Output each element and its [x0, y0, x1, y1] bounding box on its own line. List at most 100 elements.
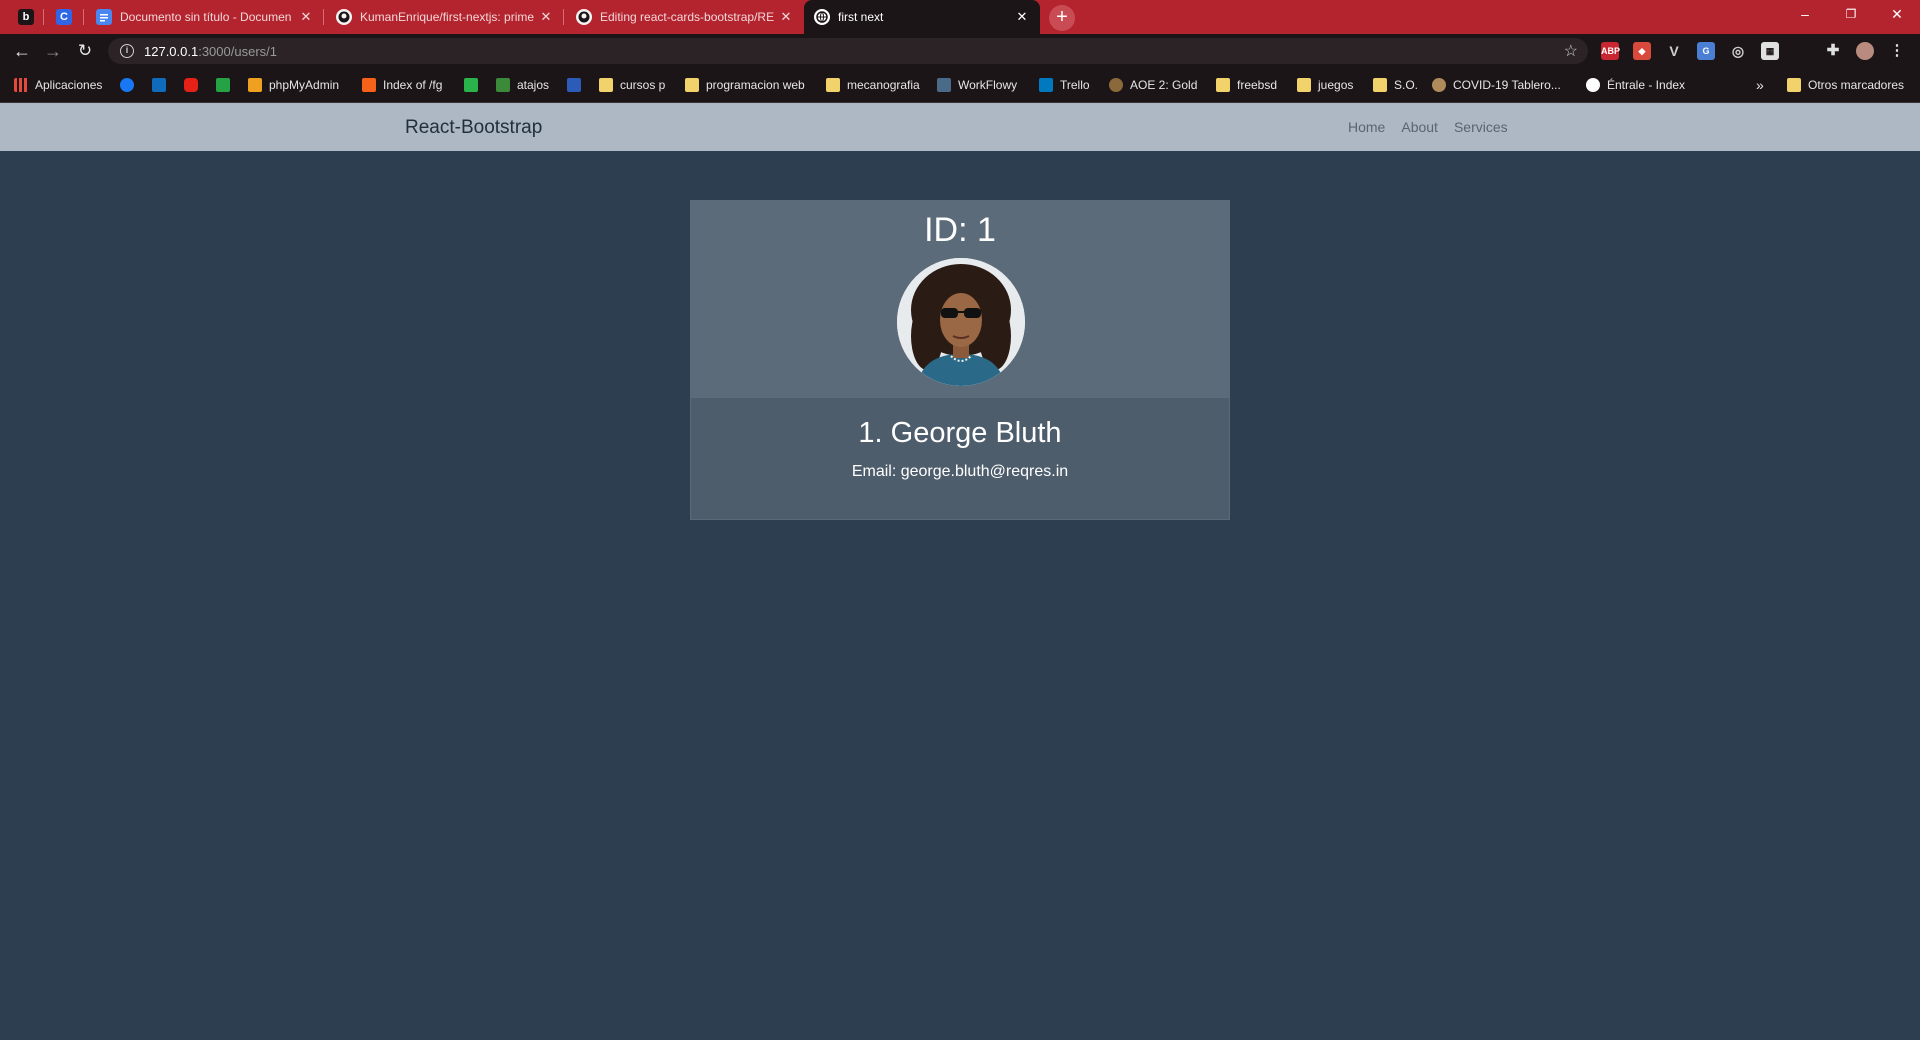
bookmark-trello[interactable]: Trello [1039, 68, 1090, 102]
navbar-brand[interactable]: React-Bootstrap [405, 117, 542, 139]
flag-icon [567, 78, 581, 92]
tab-c-app[interactable]: C [46, 0, 84, 34]
adblock-icon[interactable]: ABP [1601, 42, 1620, 60]
bookmarks-overflow-button[interactable]: » [1756, 68, 1764, 102]
calculator-icon[interactable]: ▦ [1761, 42, 1779, 60]
tab-github-editing[interactable]: Editing react-cards-bootstrap/RE ✕ [566, 0, 804, 34]
reload-icon[interactable]: ↻ [72, 38, 98, 64]
bookmark-label: S.O. [1394, 78, 1419, 92]
bookmark-label: COVID-19 Tablero... [1453, 78, 1561, 92]
bookmark-atajos[interactable]: atajos [496, 68, 549, 102]
folder-icon [1373, 78, 1387, 92]
bookmark-label: programacion web [706, 78, 805, 92]
bookmark-label: juegos [1318, 78, 1354, 92]
bookmark-index-fg[interactable]: Index of /fg [362, 68, 442, 102]
bookmark-folder-mecanografia[interactable]: mecanografia [826, 68, 920, 102]
url-path: :3000/users/1 [198, 43, 277, 59]
google-docs-icon [96, 9, 112, 25]
menu-dots-icon[interactable]: ⋮ [1888, 42, 1906, 60]
c-app-icon: C [56, 9, 72, 25]
bookmark-aoe[interactable]: AOE 2: Gold [1109, 68, 1197, 102]
xampp-icon [362, 78, 376, 92]
user-avatar [897, 258, 1025, 386]
nav-links: Home About Services [1348, 119, 1508, 135]
nav-link-about[interactable]: About [1401, 119, 1438, 135]
bookmark-folder-so[interactable]: S.O. [1373, 68, 1418, 102]
tab-close-icon[interactable]: ✕ [778, 9, 794, 25]
tab-close-icon[interactable]: ✕ [1014, 9, 1030, 25]
bookmark-label: atajos [517, 78, 550, 92]
bookmark-folder-cursos[interactable]: cursos p [599, 68, 665, 102]
bookmark-whatsapp[interactable] [216, 68, 237, 102]
back-arrow-icon[interactable]: ← [9, 38, 35, 64]
bookmark-label: WorkFlowy [958, 78, 1018, 92]
bookmark-youtube[interactable] [184, 68, 205, 102]
vue-devtools-icon[interactable]: V [1665, 42, 1683, 60]
bookmark-folder-programacion[interactable]: programacion web [685, 68, 805, 102]
folder-icon [685, 78, 699, 92]
arrow-bookmark-icon [464, 78, 478, 92]
bookmark-folder-freebsd[interactable]: freebsd [1216, 68, 1277, 102]
bookmark-outlook[interactable] [152, 68, 173, 102]
bookmark-facebook[interactable] [120, 68, 141, 102]
bookmark-folder-juegos[interactable]: juegos [1297, 68, 1353, 102]
browser-tab-strip: b C Documento sin título - Documen ✕ Kum… [0, 0, 1920, 34]
aoe-icon [1109, 78, 1123, 92]
site-info-icon[interactable]: i [120, 44, 134, 58]
bookmark-arrow[interactable] [464, 68, 485, 102]
bookmark-covid[interactable]: COVID-19 Tablero... [1432, 68, 1561, 102]
bookmark-apps[interactable]: Aplicaciones [14, 68, 102, 102]
tab-github-first-nextjs[interactable]: KumanEnrique/first-nextjs: prime ✕ [326, 0, 564, 34]
bookmark-star-icon[interactable]: ☆ [1564, 41, 1578, 61]
github-icon [576, 9, 592, 25]
bookmarks-bar: Aplicaciones phpMyAdmin Index of /fg ata… [0, 68, 1920, 103]
site-navbar: React-Bootstrap Home About Services [0, 103, 1920, 151]
covid-icon [1432, 78, 1446, 92]
bookmark-label: freebsd [1237, 78, 1278, 92]
close-window-button[interactable]: ✕ [1874, 0, 1920, 30]
user-name: 1. George Bluth [858, 417, 1062, 449]
globe-icon [1586, 78, 1600, 92]
translate-icon[interactable]: G [1697, 42, 1715, 60]
apps-grid-icon [14, 78, 28, 92]
tab-first-next[interactable]: first next ✕ [804, 0, 1040, 34]
target-icon[interactable]: ◎ [1729, 42, 1747, 60]
extension-icon[interactable]: ◆ [1633, 42, 1651, 60]
address-bar[interactable]: i 127.0.0.1:3000/users/1 ☆ [108, 38, 1588, 64]
github-icon [336, 9, 352, 25]
tab-bitwarden[interactable]: b [8, 0, 44, 34]
bookmark-workflowy[interactable]: WorkFlowy [937, 68, 1017, 102]
folder-icon [1787, 78, 1801, 92]
puzzle-icon[interactable]: ✚ [1824, 42, 1842, 60]
folder-icon [826, 78, 840, 92]
bookmark-other[interactable]: Otros marcadores [1787, 68, 1904, 102]
folder-icon [1216, 78, 1230, 92]
whatsapp-icon [216, 78, 230, 92]
profile-avatar-icon[interactable] [1856, 42, 1874, 60]
nav-link-home[interactable]: Home [1348, 119, 1385, 135]
user-email: Email: george.bluth@reqres.in [851, 463, 1069, 480]
restore-button[interactable]: ❐ [1828, 0, 1874, 30]
bookmark-entrale[interactable]: Éntrale - Index [1586, 68, 1685, 102]
forward-arrow-icon[interactable]: → [40, 38, 66, 64]
tab-close-icon[interactable]: ✕ [298, 9, 314, 25]
user-id-heading: ID: 1 [924, 211, 996, 249]
bookmark-label: cursos p [620, 78, 666, 92]
bookmark-label: Aplicaciones [35, 78, 103, 92]
globe-icon [814, 9, 830, 25]
tab-title: KumanEnrique/first-nextjs: prime [360, 10, 535, 24]
bookmark-flag[interactable] [567, 68, 588, 102]
new-tab-button[interactable]: + [1049, 5, 1075, 31]
minimize-button[interactable]: – [1782, 0, 1828, 30]
nav-link-services[interactable]: Services [1454, 119, 1508, 135]
tab-close-icon[interactable]: ✕ [538, 9, 554, 25]
bookmark-label: Éntrale - Index [1607, 78, 1686, 92]
bookmark-label: Trello [1060, 78, 1090, 92]
tab-google-docs[interactable]: Documento sin título - Documen ✕ [86, 0, 324, 34]
workflowy-icon [937, 78, 951, 92]
bookmark-phpmyadmin[interactable]: phpMyAdmin [248, 68, 339, 102]
folder-icon [1297, 78, 1311, 92]
tab-title: Editing react-cards-bootstrap/RE [600, 10, 775, 24]
phpmyadmin-icon [248, 78, 262, 92]
bookmark-label: mecanografia [847, 78, 920, 92]
